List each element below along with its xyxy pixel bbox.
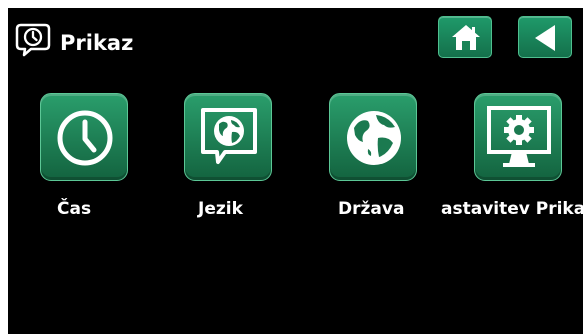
tile-label-nastavitev-prikaza: astavitev Prika: [441, 199, 583, 219]
tile-label-cas: Čas: [57, 199, 92, 219]
page-title: Prikaz: [60, 31, 134, 55]
globe-icon: [347, 111, 401, 165]
tile-drzava[interactable]: [329, 93, 417, 181]
tile-nastavitev-prikaza[interactable]: [474, 93, 562, 181]
tile-label-jezik: Jezik: [198, 199, 243, 219]
back-button[interactable]: [518, 16, 572, 58]
speech-bubble-clock-icon: [15, 20, 53, 58]
tile-jezik[interactable]: [184, 93, 272, 181]
monitor-gear-icon: [487, 106, 551, 167]
home-button[interactable]: [438, 16, 492, 58]
tile-cas[interactable]: [40, 93, 128, 181]
display-screen: Prikaz Čas Jezik Država astavitev Prika: [8, 8, 583, 334]
home-icon: [452, 25, 480, 50]
clock-icon: [57, 110, 113, 166]
back-arrow-icon: [535, 25, 555, 51]
globe-speech-bubble-icon: [201, 108, 257, 164]
tile-label-drzava: Država: [338, 199, 405, 219]
